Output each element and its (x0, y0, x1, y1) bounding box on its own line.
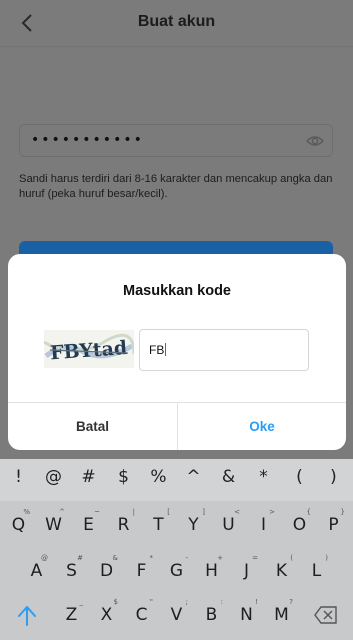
key-label: J (243, 561, 249, 581)
key-s[interactable]: # S (54, 552, 89, 590)
key-f[interactable]: * F (124, 552, 159, 590)
key-label: K (275, 561, 288, 581)
key-label: S (66, 561, 77, 581)
captcha-code-input[interactable]: FB (139, 329, 309, 371)
key-label: B (205, 605, 218, 625)
symbol-key[interactable]: * (246, 467, 281, 487)
text-caret (165, 343, 167, 356)
key-label: L (311, 561, 322, 581)
header: Buat akun (0, 0, 353, 46)
symbol-key[interactable]: $ (106, 467, 141, 487)
key-label: Y (188, 515, 199, 535)
key-label: X (100, 605, 113, 625)
keyboard-row-2: @ A # S & D * F - G + H = J(K) L (0, 552, 353, 590)
key-p[interactable]: } P (316, 506, 351, 544)
key-label: W (45, 515, 62, 535)
eye-icon[interactable] (306, 133, 324, 149)
password-hint: Sandi harus terdiri dari 8-16 karakter d… (19, 173, 333, 200)
key-label: U (222, 515, 235, 535)
key-label: F (136, 561, 147, 581)
key-g[interactable]: -G (159, 552, 194, 590)
page-title: Buat akun (137, 13, 216, 30)
signup-screen: Buat akun ••••••••••• Sandi harus terdir… (0, 0, 353, 640)
key-o[interactable]: {O (282, 506, 317, 544)
keyboard-row-1: % Q ^ W ~ E | R[T] Y < U > I{O} P (0, 506, 353, 544)
key-x[interactable]: $ X (89, 596, 124, 634)
key-u[interactable]: < U (211, 506, 246, 544)
key-j[interactable]: = J (229, 552, 264, 590)
symbol-key[interactable]: % (141, 467, 176, 487)
key-label: R (117, 515, 130, 535)
key-label: T (153, 515, 164, 535)
key-label: C (135, 605, 148, 625)
password-value: ••••••••••• (31, 132, 144, 148)
dialog-title: Masukkan kode (123, 283, 231, 299)
key-label: Z (65, 605, 78, 625)
key-b[interactable]: :B (194, 596, 229, 634)
key-e[interactable]: ~ E (71, 506, 106, 544)
key-label: H (205, 561, 218, 581)
key-label: I (260, 515, 266, 535)
key-n[interactable]: ! N (229, 596, 264, 634)
key-w[interactable]: ^ W (36, 506, 71, 544)
key-v[interactable]: ; V (159, 596, 194, 634)
key-q[interactable]: % Q (1, 506, 36, 544)
key-k[interactable]: (K (264, 552, 299, 590)
key-label: D (99, 561, 114, 581)
key-a[interactable]: @ A (19, 552, 54, 590)
symbol-key[interactable]: @ (36, 467, 71, 487)
symbol-key[interactable]: ) (316, 467, 351, 487)
key-label: Q (11, 515, 26, 535)
keyboard-row-3: _ Z $ X " C; V: B! N? M (0, 596, 353, 634)
captcha-input-value: FB (149, 343, 167, 357)
key-c[interactable]: " C (124, 596, 159, 634)
key-label: P (328, 515, 339, 535)
key-z[interactable]: _ Z (54, 596, 89, 634)
key-label: O (292, 515, 307, 535)
key-d[interactable]: & D (89, 552, 124, 590)
key-label: E (83, 515, 94, 535)
symbol-row: ! @ # $% ^ & *() (0, 459, 353, 501)
key-r[interactable]: | R (106, 506, 141, 544)
key-label: M (274, 605, 289, 625)
symbol-key[interactable]: ^ (176, 467, 211, 487)
key-h[interactable]: + H (194, 552, 229, 590)
captcha-dialog: Masukkan kode FBYtad FB Batal Oke (8, 254, 346, 450)
key-l[interactable]: ) L (299, 552, 334, 590)
key-m[interactable]: ? M (264, 596, 299, 634)
symbol-key[interactable]: # (71, 467, 106, 487)
ok-button[interactable]: Oke (178, 403, 346, 450)
key-i[interactable]: > I (246, 506, 281, 544)
symbol-key[interactable]: ( (282, 467, 317, 487)
key-y[interactable]: ] Y (176, 506, 211, 544)
cancel-button[interactable]: Batal (8, 403, 177, 450)
key-label: A (30, 561, 43, 581)
header-divider (0, 46, 353, 47)
symbol-key[interactable]: & (211, 467, 246, 487)
backspace-icon[interactable] (313, 604, 339, 626)
captcha-image[interactable]: FBYtad (44, 330, 134, 368)
key-label: V (170, 605, 183, 625)
key-t[interactable]: [T (141, 506, 176, 544)
password-field[interactable]: ••••••••••• (19, 124, 333, 157)
key-label: G (169, 561, 184, 581)
shift-arrow-icon[interactable] (12, 601, 42, 629)
key-label: N (240, 605, 253, 625)
symbol-key[interactable]: ! (1, 467, 36, 487)
keyboard: ! @ # $% ^ & *() % Q ^ W ~ E | R[T] Y < U > I{O} P @ A # S & D * F… (0, 459, 353, 640)
